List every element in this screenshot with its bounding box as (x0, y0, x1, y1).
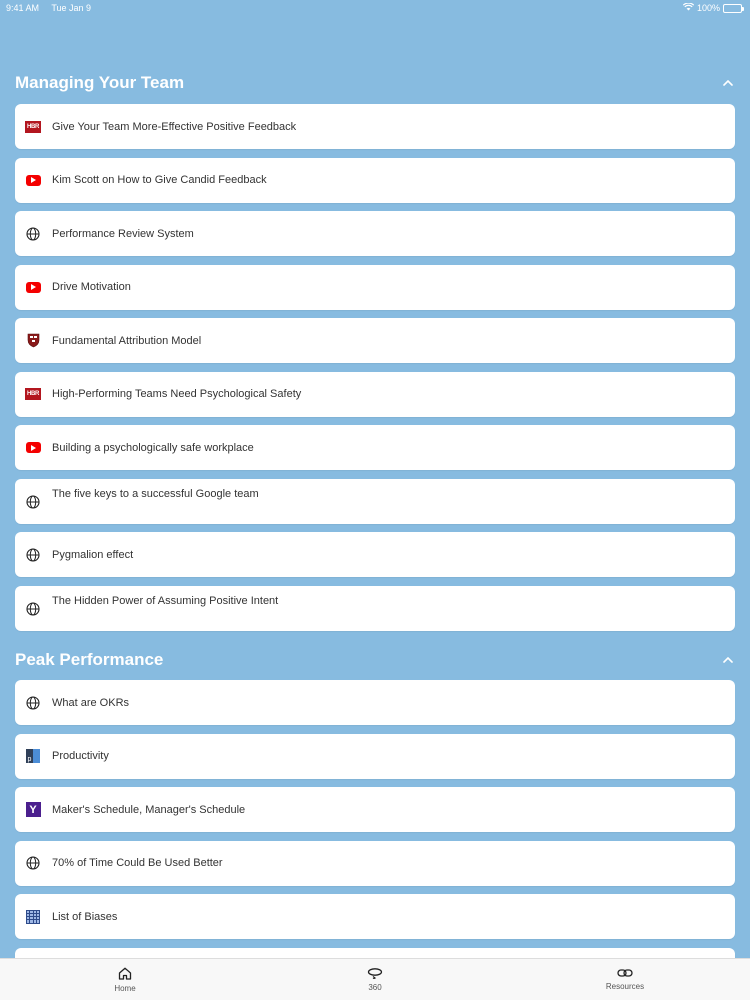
productivity-icon: p (25, 748, 41, 764)
y-combinator-icon: Y (25, 802, 41, 818)
globe-icon (25, 695, 41, 711)
tab-360[interactable]: 360 (250, 959, 500, 1000)
globe-icon (25, 226, 41, 242)
list-item[interactable]: Drive Motivation (15, 264, 735, 310)
list-item-label: Productivity (52, 750, 109, 762)
tab-label: Home (114, 983, 136, 993)
scroll-content[interactable]: Managing Your Team HBR Give Your Team Mo… (0, 0, 750, 958)
list-item[interactable]: Fundamental Attribution Model (15, 318, 735, 363)
hbr-icon: HBR (25, 386, 41, 402)
section-title: Peak Performance (15, 650, 164, 669)
list-item-label: Give Your Team More-Effective Positive F… (52, 120, 297, 133)
list-item[interactable]: List of Biases (15, 894, 735, 939)
list-item-label: Building a psychologically safe workplac… (52, 441, 254, 454)
section-header-peak-performance[interactable]: Peak Performance (15, 645, 735, 675)
list-item-label: The Hidden Power of Assuming Positive In… (52, 594, 279, 607)
list-item[interactable]: p Productivity (15, 733, 735, 779)
globe-icon (25, 547, 41, 563)
list-item[interactable]: 70% of Time Could Be Used Better (15, 840, 735, 886)
list-item-label: Performance Review System (52, 227, 194, 240)
list-item-label: Drive Motivation (52, 281, 131, 293)
list-item-label: High-Performing Teams Need Psychological… (52, 388, 302, 400)
youtube-icon (25, 172, 41, 188)
list-item[interactable]: HBR High-Performing Teams Need Psycholog… (15, 371, 735, 417)
tab-resources[interactable]: Resources (500, 959, 750, 1000)
list-item[interactable]: Building a psychologically safe workplac… (15, 425, 735, 470)
list-item[interactable]: Y Maker's Schedule, Manager's Schedule (15, 787, 735, 832)
list-item-label: The five keys to a successful Google tea… (52, 487, 259, 500)
chevron-up-icon[interactable] (721, 76, 735, 90)
tab-label: 360 (368, 983, 382, 992)
globe-icon (25, 601, 41, 617)
list-item-label: List of Biases (52, 910, 118, 923)
globe-icon (25, 855, 41, 871)
list-item[interactable]: HBR Give Your Team More-Effective Positi… (15, 104, 735, 149)
list-item-label: Fundamental Attribution Model (52, 334, 202, 347)
list-item-label: 70% of Time Could Be Used Better (52, 857, 223, 869)
list-item[interactable]: Kim Scott on How to Give Candid Feedback (15, 157, 735, 203)
hbr-icon: HBR (25, 119, 41, 135)
list-item[interactable]: Performance Review System (15, 211, 735, 256)
youtube-icon (25, 279, 41, 295)
tab-bar: Home 360 Resources (0, 958, 750, 1000)
tab-home[interactable]: Home (0, 959, 250, 1000)
house-icon (118, 967, 132, 982)
globe-icon (25, 494, 41, 510)
chevron-up-icon[interactable] (721, 653, 735, 667)
list-item[interactable]: The Hidden Power of Assuming Positive In… (15, 585, 735, 631)
list-item[interactable]: Pygmalion effect (15, 532, 735, 577)
section-title: Managing Your Team (15, 73, 185, 92)
list-item-label: What are OKRs (52, 696, 130, 709)
youtube-icon (25, 440, 41, 456)
list-item-label: Pygmalion effect (52, 548, 134, 561)
list-managing-your-team: HBR Give Your Team More-Effective Positi… (15, 104, 735, 639)
list-peak-performance: What are OKRs p Productivity Y Maker's S… (15, 680, 735, 958)
rotate-360-icon (367, 967, 383, 981)
list-item[interactable]: The five keys to a successful Google tea… (15, 478, 735, 524)
list-item-label: Maker's Schedule, Manager's Schedule (52, 803, 246, 816)
list-item-label: Kim Scott on How to Give Candid Feedback (52, 174, 267, 186)
section-header-managing-your-team[interactable]: Managing Your Team (15, 68, 735, 98)
harvard-shield-icon (25, 333, 41, 349)
list-item-partial[interactable] (15, 947, 735, 958)
link-icon (617, 968, 633, 980)
tab-label: Resources (605, 982, 645, 991)
list-item[interactable]: What are OKRs (15, 680, 735, 725)
bias-grid-icon (25, 909, 41, 925)
